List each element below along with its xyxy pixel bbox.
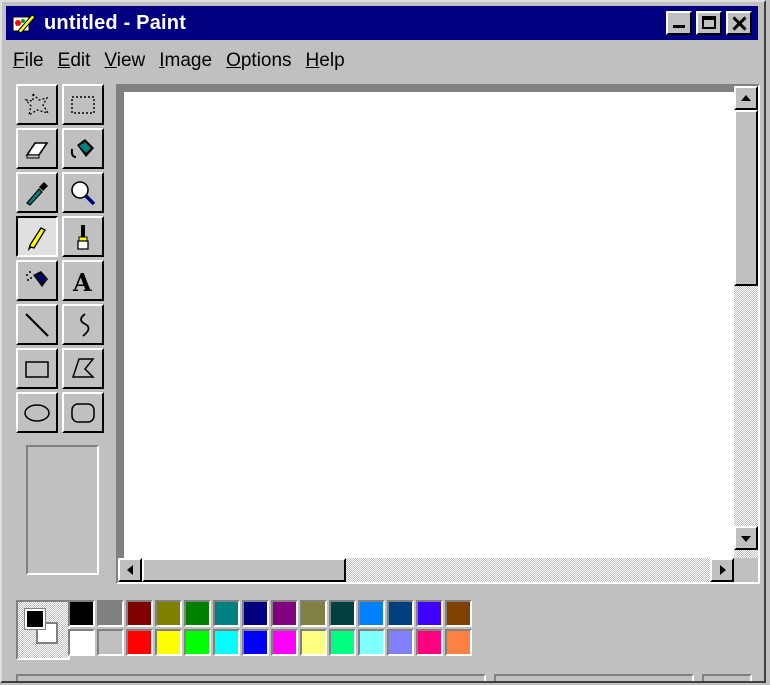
- ellipse-icon: [24, 404, 50, 422]
- status-text-pane: [16, 674, 486, 681]
- arrow-down-icon: [741, 536, 751, 542]
- color-swatch[interactable]: [242, 629, 269, 656]
- paint-window: untitled - Paint File Edit View Image Op…: [0, 0, 766, 683]
- status-coords-pane: [494, 674, 694, 681]
- color-swatch[interactable]: [68, 629, 95, 656]
- scroll-up-button[interactable]: [734, 86, 758, 110]
- color-swatch[interactable]: [155, 629, 182, 656]
- window-title: untitled - Paint: [44, 11, 187, 34]
- foreground-color: [24, 608, 46, 630]
- tool-free-form-select[interactable]: [16, 84, 58, 125]
- color-swatch[interactable]: [68, 600, 95, 627]
- status-bar: [6, 672, 758, 681]
- line-icon: [25, 313, 49, 337]
- horizontal-scrollbar[interactable]: [118, 558, 734, 582]
- menu-edit[interactable]: Edit: [51, 50, 98, 72]
- menu-options[interactable]: Options: [219, 50, 298, 72]
- scrollbar-corner: [734, 558, 758, 582]
- minimize-button[interactable]: [666, 11, 692, 35]
- magnifier-icon: [71, 181, 96, 206]
- scroll-left-button[interactable]: [118, 558, 142, 582]
- color-swatch[interactable]: [184, 629, 211, 656]
- title-bar[interactable]: untitled - Paint: [6, 6, 758, 40]
- status-size-pane: [702, 674, 752, 681]
- color-swatch[interactable]: [155, 600, 182, 627]
- color-swatch[interactable]: [300, 629, 327, 656]
- menu-view[interactable]: View: [97, 50, 152, 72]
- pencil-icon: [27, 227, 46, 251]
- color-swatch[interactable]: [271, 629, 298, 656]
- scroll-down-button[interactable]: [734, 526, 758, 550]
- color-swatch[interactable]: [242, 600, 269, 627]
- color-swatch[interactable]: [97, 629, 124, 656]
- tool-text[interactable]: A: [62, 260, 104, 301]
- tool-fill[interactable]: [62, 128, 104, 169]
- free-form-select-icon: [24, 92, 50, 117]
- current-colors[interactable]: [16, 600, 70, 660]
- polygon-icon: [71, 358, 95, 378]
- color-swatch[interactable]: [445, 600, 472, 627]
- color-swatch[interactable]: [300, 600, 327, 627]
- color-box: [10, 600, 480, 660]
- color-swatch[interactable]: [213, 600, 240, 627]
- color-swatch[interactable]: [329, 629, 356, 656]
- tool-options-box[interactable]: [26, 445, 99, 575]
- rectangle-icon: [25, 361, 49, 378]
- arrow-left-icon: [127, 565, 133, 575]
- menu-help[interactable]: Help: [299, 50, 352, 72]
- color-swatch[interactable]: [329, 600, 356, 627]
- tool-eraser[interactable]: [16, 128, 58, 169]
- fill-bucket-icon: [70, 139, 94, 158]
- paint-palette-icon: [12, 11, 36, 35]
- brush-icon: [77, 225, 89, 250]
- curve-icon: [80, 313, 90, 337]
- color-swatch[interactable]: [387, 629, 414, 656]
- color-swatch[interactable]: [416, 629, 443, 656]
- color-picker-icon: [26, 182, 48, 206]
- tool-curve[interactable]: [62, 304, 104, 345]
- color-swatch[interactable]: [213, 629, 240, 656]
- close-button[interactable]: [726, 11, 752, 35]
- eraser-icon: [25, 142, 49, 159]
- color-palette: [68, 600, 474, 658]
- tool-line[interactable]: [16, 304, 58, 345]
- canvas-area: [116, 84, 760, 584]
- color-swatch[interactable]: [126, 629, 153, 656]
- color-swatch[interactable]: [271, 600, 298, 627]
- tool-rect-select[interactable]: [62, 84, 104, 125]
- arrow-right-icon: [720, 565, 726, 575]
- color-swatch[interactable]: [387, 600, 414, 627]
- drawing-canvas[interactable]: [124, 92, 734, 558]
- color-swatch[interactable]: [358, 629, 385, 656]
- color-swatch[interactable]: [97, 600, 124, 627]
- tool-rounded-rect[interactable]: [62, 392, 104, 433]
- color-swatch[interactable]: [184, 600, 211, 627]
- tool-polygon[interactable]: [62, 348, 104, 389]
- svg-text:A: A: [72, 268, 92, 295]
- color-swatch[interactable]: [445, 629, 472, 656]
- scroll-right-button[interactable]: [710, 558, 734, 582]
- airbrush-icon: [26, 271, 48, 287]
- menu-bar: File Edit View Image Options Help: [6, 46, 352, 76]
- vertical-scroll-thumb[interactable]: [734, 110, 758, 286]
- rounded-rect-icon: [71, 403, 95, 423]
- text-icon: A: [72, 268, 92, 295]
- rect-select-icon: [71, 96, 95, 114]
- menu-image[interactable]: Image: [152, 50, 219, 72]
- tool-airbrush[interactable]: [16, 260, 58, 301]
- menu-file[interactable]: File: [6, 50, 51, 72]
- tool-brush[interactable]: [62, 216, 104, 257]
- tool-rectangle[interactable]: [16, 348, 58, 389]
- color-swatch[interactable]: [358, 600, 385, 627]
- tool-magnifier[interactable]: [62, 172, 104, 213]
- horizontal-scroll-thumb[interactable]: [142, 558, 346, 582]
- color-swatch[interactable]: [126, 600, 153, 627]
- tool-pick-color[interactable]: [16, 172, 58, 213]
- tool-pencil[interactable]: [16, 216, 58, 257]
- color-swatch[interactable]: [416, 600, 443, 627]
- vertical-scrollbar[interactable]: [734, 86, 758, 558]
- tool-ellipse[interactable]: [16, 392, 58, 433]
- arrow-up-icon: [741, 95, 751, 101]
- maximize-button[interactable]: [696, 11, 722, 35]
